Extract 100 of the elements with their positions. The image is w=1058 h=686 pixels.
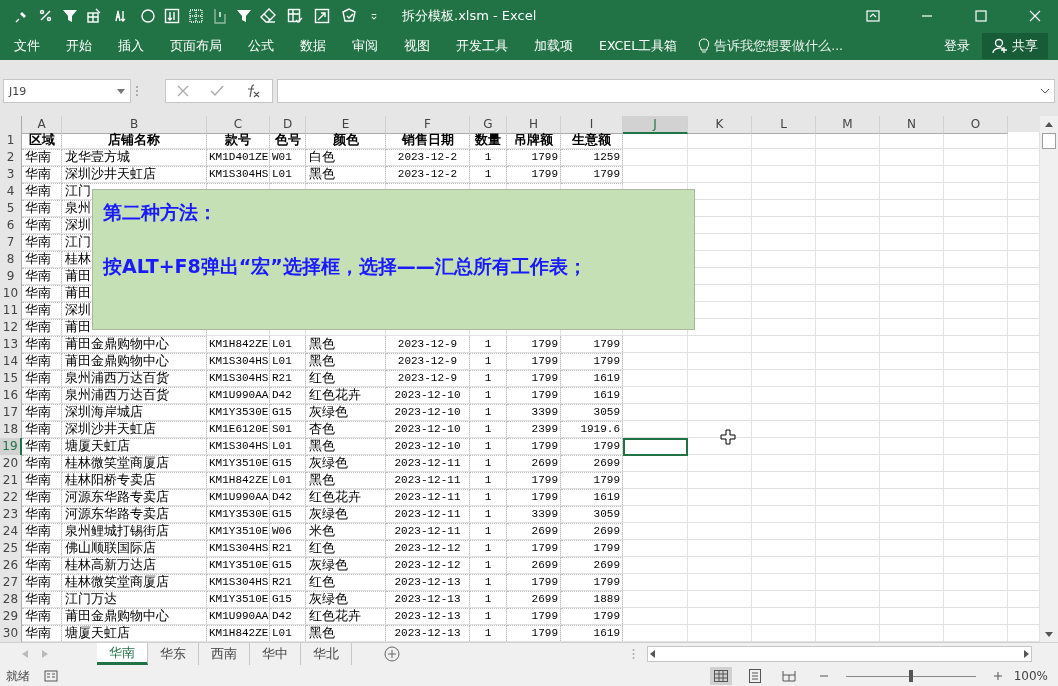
table-cell: KM1S304HS xyxy=(207,438,270,456)
column-header[interactable]: G xyxy=(470,116,507,134)
row-header[interactable]: 1 xyxy=(0,132,22,150)
row-header[interactable]: 20 xyxy=(0,455,22,473)
column-header[interactable]: I xyxy=(561,116,623,134)
frame-arrows-icon[interactable] xyxy=(164,8,180,24)
right-arrow-icon[interactable] xyxy=(1021,649,1031,659)
ribbon-tab[interactable]: 页面布局 xyxy=(157,37,235,55)
eraser-icon[interactable] xyxy=(260,8,276,24)
dotted-grid-icon[interactable] xyxy=(188,8,204,24)
table-cell: 佛山顺联国际店 xyxy=(62,540,207,558)
ribbon-tab[interactable]: 文件 xyxy=(1,37,53,55)
column-header[interactable]: H xyxy=(507,116,561,134)
row-header[interactable]: 4 xyxy=(0,183,22,201)
name-box[interactable]: J19 xyxy=(3,79,131,103)
ribbon-tab[interactable]: 审阅 xyxy=(339,37,391,55)
column-header[interactable]: O xyxy=(944,116,1008,134)
ribbon-display-icon xyxy=(866,10,880,22)
table-cell: G15 xyxy=(270,557,306,575)
row-header[interactable]: 12 xyxy=(0,319,22,337)
horizontal-scrollbar[interactable] xyxy=(647,646,1032,662)
row-header[interactable]: 25 xyxy=(0,540,22,558)
circle-icon[interactable] xyxy=(140,8,156,24)
table-cell: 华南 xyxy=(22,200,62,218)
zoom-slider-thumb[interactable] xyxy=(908,670,913,682)
selected-cell[interactable] xyxy=(623,438,688,456)
table-cell: KM1H842ZE xyxy=(207,472,270,490)
row-header[interactable]: 17 xyxy=(0,404,22,422)
zoom-level[interactable]: 100% xyxy=(1013,669,1048,683)
table-cell: 1799 xyxy=(561,472,623,490)
row-header[interactable]: 9 xyxy=(0,268,22,286)
sheet-tab[interactable]: 华南 xyxy=(97,643,148,665)
row-header[interactable]: 27 xyxy=(0,574,22,592)
sign-in-link[interactable]: 登录 xyxy=(932,37,982,55)
insert-function-icon[interactable] xyxy=(245,84,262,98)
table-clear-icon[interactable] xyxy=(86,8,102,24)
dropdown-caret-icon[interactable] xyxy=(117,88,125,94)
column-header[interactable]: D xyxy=(270,116,306,134)
row-header[interactable]: 23 xyxy=(0,506,22,524)
row-header[interactable]: 2 xyxy=(0,149,22,167)
ribbon-tab[interactable]: 开始 xyxy=(53,37,105,55)
row-header[interactable]: 30 xyxy=(0,625,22,642)
row-header[interactable]: 29 xyxy=(0,608,22,626)
add-sheet-icon[interactable] xyxy=(384,646,400,662)
tell-me-field[interactable]: 告诉我您想要做什么... xyxy=(714,37,844,55)
expand-caret-icon[interactable] xyxy=(1040,88,1050,94)
table-cell: KM1Y3510E xyxy=(207,455,270,473)
row-header[interactable]: 11 xyxy=(0,302,22,320)
column-header[interactable]: L xyxy=(752,116,816,134)
column-header[interactable]: M xyxy=(816,116,880,134)
row-header[interactable]: 3 xyxy=(0,166,22,184)
filter-icon[interactable] xyxy=(62,8,78,24)
row-header[interactable]: 15 xyxy=(0,370,22,388)
ribbon-tab[interactable]: 公式 xyxy=(235,37,287,55)
row-header[interactable]: 28 xyxy=(0,591,22,609)
row-header[interactable]: 18 xyxy=(0,421,22,439)
table-cell: 2699 xyxy=(507,557,561,575)
row-header[interactable]: 26 xyxy=(0,557,22,575)
filter-icon[interactable] xyxy=(236,8,252,24)
row-header[interactable]: 19 xyxy=(0,438,22,456)
row-header[interactable]: 7 xyxy=(0,234,22,252)
row-header[interactable]: 16 xyxy=(0,387,22,405)
share-button[interactable]: 共享 xyxy=(982,33,1048,59)
row-header[interactable]: 8 xyxy=(0,251,22,269)
zoom-in-icon[interactable] xyxy=(993,672,1002,680)
row-header[interactable]: 13 xyxy=(0,336,22,354)
table-cell: 2399 xyxy=(507,421,561,439)
row-header[interactable]: 24 xyxy=(0,523,22,541)
column-header[interactable]: J xyxy=(623,116,688,134)
table-cell: 1 xyxy=(470,608,507,626)
drag-handle-icon[interactable] xyxy=(632,648,635,660)
table-cell: 深圳海岸城店 xyxy=(62,404,207,422)
column-header[interactable]: K xyxy=(688,116,752,134)
column-header[interactable]: F xyxy=(386,116,470,134)
ribbon-tab[interactable]: 加载项 xyxy=(521,37,586,55)
column-header[interactable]: A xyxy=(22,116,62,134)
formula-field[interactable] xyxy=(277,79,1055,103)
row-header[interactable]: 21 xyxy=(0,472,22,490)
scrollbar-thumb[interactable] xyxy=(1042,133,1056,149)
ribbon-tab[interactable]: 插入 xyxy=(105,37,157,55)
ribbon-tab[interactable]: 视图 xyxy=(391,37,443,55)
row-header[interactable]: 6 xyxy=(0,217,22,235)
row-header[interactable]: 22 xyxy=(0,489,22,507)
row-header[interactable]: 5 xyxy=(0,200,22,218)
column-header[interactable]: C xyxy=(207,116,270,134)
macro-record-icon[interactable] xyxy=(44,670,58,682)
table-cell: 灰绿色 xyxy=(306,557,386,575)
row-header[interactable]: 14 xyxy=(0,353,22,371)
row-header[interactable]: 10 xyxy=(0,285,22,303)
column-header[interactable]: E xyxy=(306,116,386,134)
table-cell: W06 xyxy=(270,523,306,541)
normal-view-button[interactable] xyxy=(709,667,732,685)
column-header[interactable]: N xyxy=(880,116,944,134)
ribbon-tab[interactable]: 数据 xyxy=(287,37,339,55)
ribbon-tab[interactable]: 开发工具 xyxy=(443,37,521,55)
table-cell: 黑色 xyxy=(306,166,386,184)
table-cell: L01 xyxy=(270,472,306,490)
left-arrow-icon[interactable] xyxy=(648,649,658,659)
ribbon-tab[interactable]: EXCEL工具箱 xyxy=(586,37,691,55)
enter-check-icon[interactable] xyxy=(210,85,224,97)
